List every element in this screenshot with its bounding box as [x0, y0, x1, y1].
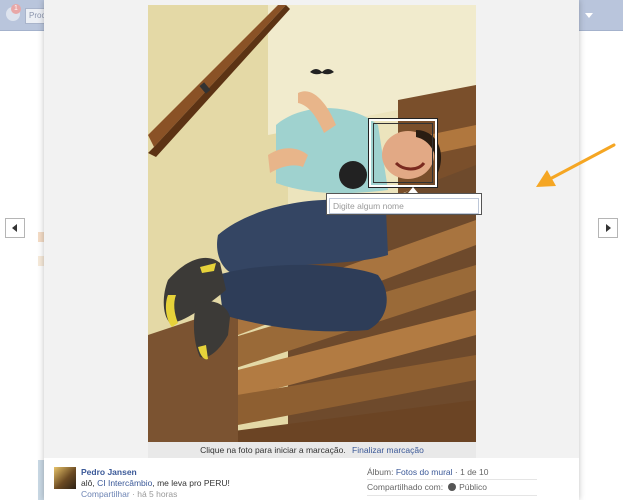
shared-with-label: Compartilhado com: — [367, 482, 444, 492]
photo-position: · 1 de 10 — [454, 467, 489, 477]
audience-info: Compartilhado com: Público — [367, 482, 487, 492]
audience-selector[interactable]: Público — [459, 482, 487, 492]
previous-photo-button[interactable] — [5, 218, 25, 238]
share-link[interactable]: Compartilhar — [81, 489, 130, 499]
album-link[interactable]: Fotos do mural — [396, 467, 453, 477]
photo[interactable] — [148, 5, 476, 442]
face-tag-box-inner — [373, 123, 433, 183]
caption-text: alô, — [81, 478, 95, 488]
post-caption: alô, CI Intercâmbio, me leva pro PERU! — [81, 478, 230, 488]
photo-image — [148, 5, 476, 442]
annotation-arrow-icon — [536, 143, 616, 187]
globe-icon — [448, 483, 457, 491]
tagging-caption-bar: Clique na foto para iniciar a marcação. … — [148, 442, 476, 458]
divider — [367, 495, 537, 496]
tag-name-input[interactable] — [329, 198, 479, 214]
album-info: Álbum: Fotos do mural · 1 de 10 — [367, 467, 488, 477]
mention-link[interactable]: CI Intercâmbio — [97, 478, 152, 488]
tag-instructions: Clique na foto para iniciar a marcação. — [200, 445, 346, 455]
tag-name-field — [326, 193, 482, 215]
author-name[interactable]: Pedro Jansen — [81, 467, 137, 477]
album-label: Álbum: — [367, 467, 394, 477]
divider — [367, 479, 537, 480]
notification-badge: 1 — [11, 4, 21, 14]
account-menu-caret-icon — [585, 13, 593, 18]
chevron-left-icon — [12, 224, 17, 232]
avatar[interactable] — [54, 467, 76, 489]
post-time: · há 5 horas — [132, 489, 178, 499]
caption-text: , me leva pro PERU! — [152, 478, 230, 488]
photo-viewer: Clique na foto para iniciar a marcação. … — [44, 0, 616, 500]
photo-details: Pedro Jansen alô, CI Intercâmbio, me lev… — [44, 458, 579, 500]
photo-stage: Clique na foto para iniciar a marcação. … — [44, 0, 616, 458]
finish-tagging-link[interactable]: Finalizar marcação — [352, 445, 424, 455]
post-meta: Compartilhar · há 5 horas — [81, 489, 177, 499]
chevron-right-icon — [606, 224, 611, 232]
face-tag-box[interactable] — [368, 118, 438, 188]
next-photo-button[interactable] — [598, 218, 618, 238]
